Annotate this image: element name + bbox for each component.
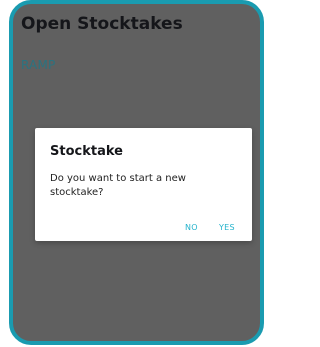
- stocktake-list-item[interactable]: RAMP: [21, 58, 55, 72]
- confirm-dialog: Stocktake Do you want to start a new sto…: [35, 128, 252, 241]
- yes-button[interactable]: YES: [219, 223, 235, 232]
- no-button[interactable]: NO: [185, 223, 198, 232]
- dialog-message: Do you want to start a new stocktake?: [50, 173, 186, 198]
- dialog-title: Stocktake: [50, 144, 123, 159]
- page-title: Open Stocktakes: [21, 14, 183, 34]
- app-screen: Open Stocktakes RAMP Stocktake Do you wa…: [9, 0, 264, 345]
